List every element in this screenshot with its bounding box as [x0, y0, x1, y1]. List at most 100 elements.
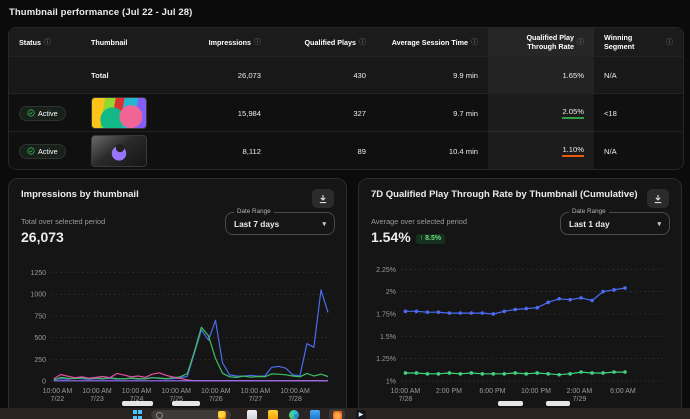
svg-text:1250: 1250: [30, 270, 46, 277]
date-range-label: Date Range: [234, 208, 274, 215]
file-explorer-document-icon[interactable]: [247, 410, 257, 419]
qptr-value: 2.05%: [488, 94, 594, 132]
svg-text:10:00 AM7/23: 10:00 AM 7/23: [82, 388, 112, 403]
status-cell: Active: [9, 132, 81, 169]
info-icon[interactable]: ⓘ: [666, 37, 673, 47]
qualified-plays-value: 430: [353, 70, 366, 80]
date-range-value: Last 1 day: [569, 219, 610, 229]
qualified-plays-value: 327: [353, 108, 366, 118]
card-title: 7D Qualified Play Through Rate by Thumbn…: [371, 189, 638, 200]
svg-text:1000: 1000: [30, 292, 46, 299]
svg-text:2:00 AM7/29: 2:00 AM 7/29: [567, 388, 593, 403]
svg-text:10:00 AM7/22: 10:00 AM 7/22: [43, 388, 73, 403]
date-range-select[interactable]: Date Range Last 7 days ▾: [225, 208, 335, 235]
svg-text:10:00 AM7/26: 10:00 AM 7/26: [201, 388, 231, 403]
svg-text:250: 250: [34, 357, 46, 364]
qualified-plays-value: 89: [357, 146, 366, 156]
status-cell: Active: [9, 94, 81, 132]
legend-thumbnail-1[interactable]: [122, 401, 153, 406]
page-title: Thumbnail performance (Jul 22 - Jul 28): [9, 7, 193, 18]
svg-text:10:00 AM7/27: 10:00 AM 7/27: [241, 388, 271, 403]
orange-app-icon: [332, 410, 342, 419]
qptr-value: 1.10%: [488, 132, 594, 169]
svg-text:10:00 AM7/28: 10:00 AM 7/28: [391, 388, 421, 403]
col-header-impressions: Impressions ⓘ: [208, 37, 261, 47]
check-circle-icon: [27, 147, 35, 155]
thumbnail-performance-table: Status ⓘ Thumbnail Impressions ⓘ Qualified…: [8, 27, 684, 170]
thumbnail-cell: [81, 94, 165, 132]
download-icon: [319, 194, 327, 203]
windows-start-icon[interactable]: [133, 410, 143, 419]
impressions-line-chart[interactable]: 0 250 500 750 1000 1250 10:00 AM 7/22 10:00 AM 7/…: [21, 255, 334, 405]
change-badge: ↑ 8.5%: [415, 233, 446, 244]
chevron-down-icon: ▾: [657, 221, 661, 228]
impressions-value: 8,112: [242, 146, 261, 156]
legend-thumbnail-4[interactable]: [546, 401, 570, 406]
chevron-down-icon: ▾: [322, 221, 326, 228]
check-circle-icon: [27, 109, 35, 117]
status-badge: Active: [19, 105, 66, 121]
svg-text:1%: 1%: [386, 379, 396, 386]
impressions-value: 15,984: [237, 108, 261, 118]
microsoft-store-icon[interactable]: [310, 410, 320, 419]
svg-text:0: 0: [42, 379, 46, 386]
status-cell: [9, 57, 81, 93]
qptr-value: 1.65%: [488, 57, 594, 93]
thumbnail-cell: [81, 132, 165, 169]
legend-thumbnail-2[interactable]: [172, 401, 200, 406]
active-app-icon[interactable]: [329, 409, 345, 419]
status-badge: Active: [19, 143, 66, 159]
info-icon[interactable]: ⓘ: [471, 37, 478, 47]
qptr-chart-card: 7D Qualified Play Through Rate by Thumbn…: [358, 178, 682, 419]
impressions-value: 26,073: [237, 70, 261, 80]
svg-text:2:00 PM: 2:00 PM: [436, 388, 462, 395]
svg-text:500: 500: [34, 335, 46, 342]
col-header-thumbnail: Thumbnail: [91, 37, 128, 47]
card-title: Impressions by thumbnail: [21, 189, 139, 200]
download-icon: [654, 194, 662, 203]
taskbar-search-box[interactable]: [151, 410, 231, 419]
svg-text:6:00 PM: 6:00 PM: [479, 388, 505, 395]
download-button[interactable]: [312, 189, 334, 208]
media-player-icon[interactable]: ▶: [356, 410, 366, 419]
table-row-thumbnail-2: Active 8,112 89 10.4 min 1.10% N/A: [9, 132, 683, 169]
avg-session-value: 9.9 min: [453, 70, 478, 80]
svg-text:10:00 AM7/28: 10:00 AM 7/28: [280, 388, 310, 403]
winning-segment-value: N/A: [604, 146, 617, 156]
svg-text:2%: 2%: [386, 289, 396, 296]
avg-session-value: 10.4 min: [448, 146, 478, 156]
search-icon: [156, 412, 163, 419]
info-icon[interactable]: ⓘ: [254, 37, 261, 47]
info-icon[interactable]: ⓘ: [577, 37, 584, 47]
edge-browser-icon[interactable]: [289, 410, 299, 419]
legend-thumbnail-3[interactable]: [498, 401, 523, 406]
info-icon[interactable]: ⓘ: [44, 37, 51, 47]
winning-segment-value: N/A: [604, 70, 617, 80]
svg-text:2.25%: 2.25%: [376, 267, 396, 274]
svg-text:750: 750: [34, 313, 46, 320]
info-icon[interactable]: ⓘ: [359, 37, 366, 47]
table-header-row: Status ⓘ Thumbnail Impressions ⓘ Qualified…: [9, 28, 683, 57]
windows-taskbar: ▶: [0, 408, 690, 419]
folder-icon[interactable]: [268, 410, 278, 419]
thumbnail-image-2[interactable]: [91, 135, 147, 167]
table-row-thumbnail-1: Active 15,984 327 9.7 min 2.05% <18: [9, 94, 683, 132]
svg-text:1.75%: 1.75%: [376, 311, 396, 318]
svg-text:6:00 AM: 6:00 AM: [610, 388, 636, 395]
date-range-select[interactable]: Date Range Last 1 day ▾: [560, 208, 670, 235]
col-header-qualified-plays: Qualified Plays ⓘ: [304, 37, 366, 47]
qptr-line-chart[interactable]: 1% 1.25% 1.5% 1.75% 2% 2.25% 10:00 AM 7/28 2:00 …: [371, 255, 669, 405]
col-header-avg-session-time: Average Session Time ⓘ: [391, 37, 478, 47]
download-button[interactable]: [647, 189, 669, 208]
thumbnail-image-1[interactable]: [91, 97, 147, 129]
impressions-chart-card: Impressions by thumbnail Total over sele…: [8, 178, 347, 419]
date-range-value: Last 7 days: [234, 219, 280, 229]
winning-segment-value: <18: [604, 108, 617, 118]
date-range-label: Date Range: [569, 208, 609, 215]
avg-session-value: 9.7 min: [453, 108, 478, 118]
col-header-qptr: Qualified Play Through Rate ⓘ: [488, 28, 594, 56]
col-header-status: Status ⓘ: [19, 37, 51, 47]
svg-text:1.5%: 1.5%: [380, 334, 396, 341]
dashboard-screen: Thumbnail performance (Jul 22 - Jul 28) …: [0, 0, 690, 419]
total-label: Total: [91, 70, 109, 80]
